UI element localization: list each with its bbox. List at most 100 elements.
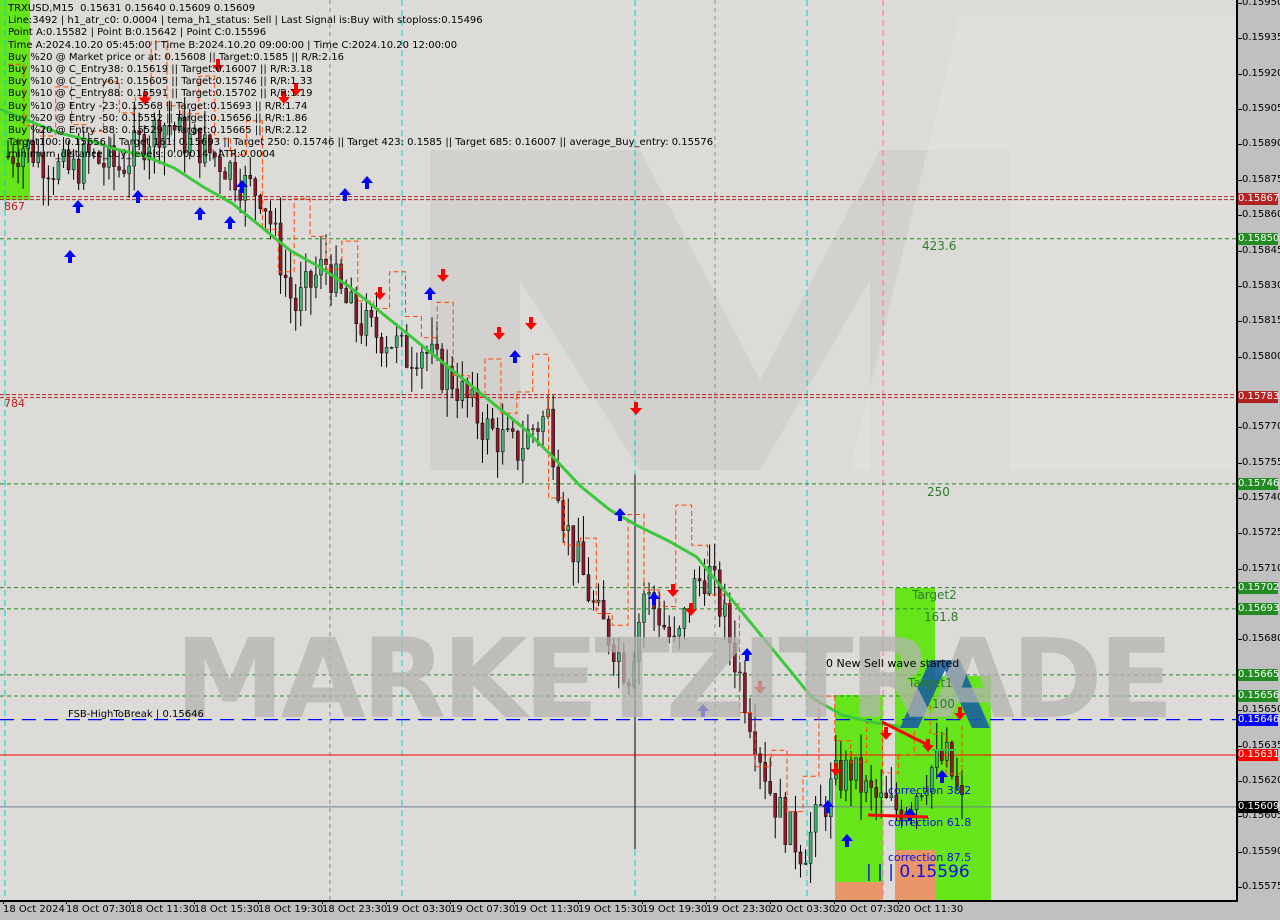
target1-label: Target1 — [908, 676, 953, 690]
price-tick-label: 0.15575 — [1242, 881, 1280, 892]
candle-body — [768, 781, 772, 794]
candle-body — [344, 288, 348, 304]
time-tick-label: 19 Oct 19:30 — [642, 904, 708, 915]
candle-body — [566, 525, 571, 531]
time-tick-label: 19 Oct 07:30 — [450, 904, 516, 915]
candle-body — [495, 428, 500, 453]
candle-body — [475, 388, 480, 424]
price-badge-0.15783: 0.15783 — [1238, 390, 1280, 403]
watermark: MARKETZITRADE — [175, 615, 1174, 743]
candle-body — [505, 428, 510, 430]
candle-body — [808, 831, 813, 864]
candle-body — [541, 416, 545, 432]
info-line: Buy %10 @ Entry -23: 0.15568 || Target:0… — [8, 100, 308, 112]
candle-body — [364, 310, 369, 336]
fib-level-100: 100 — [932, 697, 955, 711]
candle-body — [531, 428, 535, 430]
price-tick-label: 0.15950 — [1242, 0, 1280, 8]
candle-body — [420, 351, 424, 369]
candle-body — [56, 161, 61, 180]
candle-body — [309, 271, 313, 288]
buy-signal-arrow-icon — [361, 176, 373, 189]
fsb-high-to-break-label: FSB-HighToBreak | 0.15646 — [68, 709, 204, 720]
info-line: Buy %20 @ Entry -88: 0.15529 || Target:0… — [8, 125, 308, 136]
price-tick-label: 0.15755 — [1242, 456, 1280, 468]
info-line: Time A:2024.10.20 05:45:00 | Time B:2024… — [8, 39, 458, 51]
price-badge-0.15656: 0.15656 — [1238, 690, 1280, 703]
candle-body — [16, 163, 20, 167]
candle-body — [490, 418, 495, 429]
candle-body — [263, 208, 268, 212]
candle-body — [935, 749, 939, 768]
candle-body — [405, 334, 409, 368]
candle-body — [384, 347, 389, 354]
candle-body — [233, 162, 237, 191]
candle-body — [410, 367, 414, 369]
price-tick-label: 0.15800 — [1242, 350, 1280, 362]
candle-body — [485, 418, 490, 440]
candle-body — [228, 162, 232, 180]
candle-body — [712, 565, 717, 571]
candle-body — [394, 335, 399, 348]
chart-area[interactable]: MARKETZITRADE TRXUSD,M15 0.15631 0.15640… — [0, 0, 1238, 902]
candle-body — [248, 174, 253, 180]
candle-body — [586, 574, 591, 602]
time-tick-label: 20 Oct 11:30 — [898, 904, 964, 915]
candle-body — [268, 210, 273, 225]
correction-38-label: correction 38.2 — [888, 784, 972, 797]
sell-signal-arrow-icon — [525, 317, 537, 330]
candle-body — [293, 297, 298, 312]
price-tick-label: 0.15740 — [1242, 492, 1280, 504]
candle-body — [369, 310, 374, 318]
info-line: Target100: 0.15656 || Target 161: 0.1569… — [8, 137, 714, 149]
candle-body — [243, 174, 247, 201]
price-badge-0.15665: 0.15665 — [1238, 668, 1280, 681]
correction-61-label: correction 61.8 — [888, 816, 972, 829]
symbol-header: TRXUSD,M15 0.15631 0.15640 0.15609 0.156… — [8, 3, 256, 14]
price-tick-label: 0.15830 — [1242, 279, 1280, 291]
time-tick-label: 20 Oct 07:30 — [834, 904, 900, 915]
candle-body — [389, 347, 394, 349]
candle-body — [793, 811, 798, 853]
candle-body — [839, 760, 843, 791]
buy-signal-arrow-icon — [72, 200, 84, 213]
sell-signal-arrow-icon — [374, 287, 386, 300]
price-badge-0.15646: 0.15646 — [1238, 713, 1280, 726]
candle-body — [435, 343, 439, 350]
price-tick-label: 0.15815 — [1242, 315, 1280, 327]
candle-body — [914, 795, 919, 810]
fib-level-423: 423.6 — [922, 239, 957, 253]
candle-body — [763, 761, 767, 782]
info-line: Buy %10 @ C_Entry88: 0.15591 || Target:0… — [8, 88, 313, 100]
fib-level-250: 250 — [927, 485, 950, 499]
candle-body — [940, 749, 944, 761]
price-badge-0.15746: 0.15746 — [1238, 477, 1280, 490]
time-tick-label: 18 Oct 19:30 — [258, 904, 324, 915]
candle-body — [253, 178, 258, 196]
price-axis[interactable] — [1238, 0, 1280, 900]
candle-body — [596, 599, 601, 603]
candle-body — [455, 388, 459, 401]
candle-body — [278, 222, 283, 276]
price-badge-0.15609: 0.15609 — [1238, 800, 1280, 813]
price-tick-label: 0.15845 — [1242, 244, 1280, 256]
price-tick-label: 0.15770 — [1242, 421, 1280, 433]
candle-body — [511, 428, 515, 432]
left-level-867: 867 — [4, 200, 25, 213]
candle-body — [117, 166, 121, 171]
info-line: Buy %20 @ Market price or at: 0.15608 ||… — [8, 51, 344, 63]
candle-body — [849, 759, 853, 781]
point-c-value-label: | | | 0.15596 — [866, 862, 970, 882]
price-tick-label: 0.15725 — [1242, 527, 1280, 539]
info-line: Buy %10 @ C_Entry61: 0.15605 || Target:0… — [8, 76, 313, 88]
zone-orange-1 — [835, 882, 883, 900]
candle-body — [273, 222, 278, 225]
candle-body — [556, 466, 560, 501]
buy-signal-arrow-icon — [194, 207, 206, 220]
candle-body — [818, 804, 823, 806]
time-tick-label: 19 Oct 23:30 — [706, 904, 772, 915]
candle-body — [813, 804, 818, 833]
time-tick-label: 18 Oct 07:30 — [66, 904, 132, 915]
price-badge-0.15850: 0.15850 — [1238, 232, 1280, 245]
candle-body — [783, 797, 788, 845]
